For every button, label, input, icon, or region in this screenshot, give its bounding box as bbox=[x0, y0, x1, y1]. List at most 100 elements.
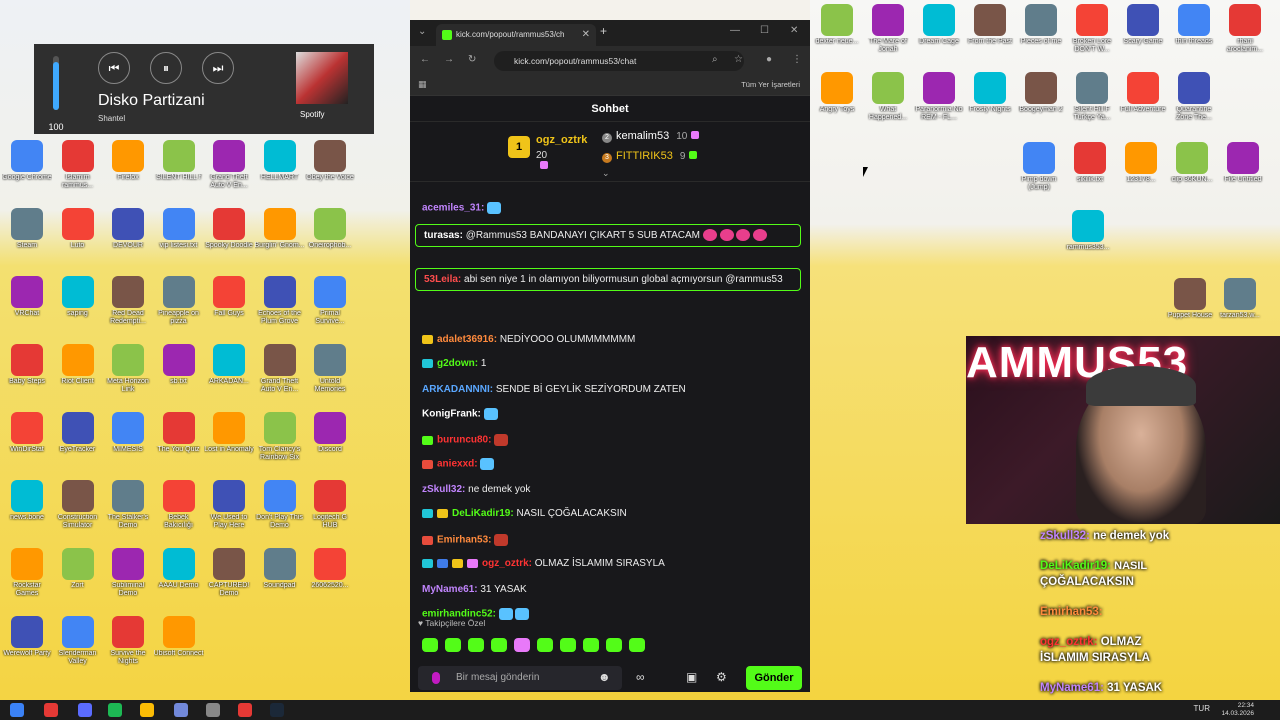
previous-track-button[interactable]: ⏮ bbox=[98, 52, 130, 84]
store-icon[interactable]: ▣ bbox=[686, 670, 697, 684]
send-button[interactable]: Gönder bbox=[746, 666, 802, 690]
desktop-icon[interactable]: Soundpad bbox=[255, 548, 305, 614]
desktop-icon[interactable]: Frosty Nights bbox=[965, 72, 1015, 138]
desktop-icon[interactable]: Primal Survive... bbox=[305, 276, 355, 342]
browser-tab[interactable]: kick.com/popout/rammus53/ch ✕ bbox=[436, 24, 596, 46]
desktop-icon[interactable]: Pieces of me bbox=[1016, 4, 1066, 70]
desktop-icon[interactable]: Google Chrome bbox=[2, 140, 52, 206]
chat-message[interactable]: buruncu80: bbox=[422, 434, 509, 446]
chat-message[interactable]: aniexxd: bbox=[422, 458, 495, 470]
desktop-icon[interactable]: Tom Clancy's Rainbow Six bbox=[255, 412, 305, 478]
close-window-icon[interactable]: ✕ bbox=[790, 25, 798, 36]
steam-icon[interactable] bbox=[270, 703, 284, 717]
desktop-icon[interactable]: rammus353... bbox=[1063, 210, 1113, 276]
chat-message[interactable]: ARKADANNNI: SENDE Bİ GEYLİK SEZİYORDUM Z… bbox=[422, 384, 686, 395]
desktop-icon[interactable]: We Used to Play Here bbox=[204, 480, 254, 546]
emote-quick-row[interactable] bbox=[422, 638, 652, 657]
leader-second[interactable]: 2 kemalim53 10 bbox=[602, 130, 700, 143]
desktop-icon[interactable]: Construction Simulator bbox=[53, 480, 103, 546]
new-tab-icon[interactable]: + bbox=[600, 24, 607, 38]
desktop-icon[interactable]: Echoes of the Plum Grove bbox=[255, 276, 305, 342]
desktop-icon[interactable]: rhani aroclanim... bbox=[1220, 4, 1270, 70]
desktop-icon[interactable]: SILENT HILL f bbox=[154, 140, 204, 206]
desktop-icon[interactable]: 123178... bbox=[1116, 142, 1166, 208]
desktop-icon[interactable]: Werewolf Party bbox=[2, 616, 52, 682]
desktop-icon[interactable]: Don't Play This Demo bbox=[255, 480, 305, 546]
start-icon[interactable] bbox=[10, 703, 24, 717]
desktop-icon[interactable]: Grand Theft Auto V En... bbox=[204, 140, 254, 206]
back-icon[interactable]: ← bbox=[420, 54, 430, 65]
desktop-icon[interactable]: Rockstar Games bbox=[2, 548, 52, 614]
spotify-icon[interactable] bbox=[108, 703, 122, 717]
desktop-icon[interactable]: EyeTracker bbox=[53, 412, 103, 478]
desktop-icon[interactable]: Paranormia No REM - FL... bbox=[914, 72, 964, 138]
desktop-icon[interactable]: Spooky Doodle bbox=[204, 208, 254, 274]
desktop-icon[interactable]: VRChat bbox=[2, 276, 52, 342]
zoom-icon[interactable]: ⌕ bbox=[712, 54, 718, 65]
collapse-icon[interactable]: ⌄ bbox=[602, 168, 610, 179]
desktop-icon[interactable]: Quarantine Zone The... bbox=[1169, 72, 1219, 138]
chat-message[interactable]: adalet36916: NEDİYOOO OLUMMMMMMM bbox=[422, 334, 635, 345]
desktop-icon[interactable]: File Untitled bbox=[1218, 142, 1268, 208]
desktop-icon[interactable]: Fall Guys bbox=[204, 276, 254, 342]
taskbar-app-icon[interactable] bbox=[238, 703, 252, 717]
desktop-icon[interactable]: The Stalker's Demo bbox=[103, 480, 153, 546]
desktop-icon[interactable]: Ubisoft Connect bbox=[154, 616, 204, 682]
chat-message[interactable]: ogz_oztrk: OLMAZ İSLAMIM SIRASYLA bbox=[422, 558, 665, 569]
desktop-icon[interactable]: clip 36KUN... bbox=[1167, 142, 1217, 208]
chat-input[interactable]: Bir mesaj gönderin bbox=[418, 666, 622, 690]
chat-message[interactable]: DeLiKadir19: NASIL ÇOĞALACAKSIN bbox=[422, 508, 627, 519]
discord-icon[interactable] bbox=[174, 703, 188, 717]
desktop-icon[interactable]: HELLMART bbox=[255, 140, 305, 206]
tab-list-icon[interactable]: ⌄ bbox=[418, 26, 426, 37]
taskbar-app-icon[interactable] bbox=[44, 703, 58, 717]
desktop-icon[interactable]: Zort bbox=[53, 548, 103, 614]
desktop-icon[interactable]: Lost in Anomaly bbox=[204, 412, 254, 478]
desktop-icon[interactable]: Baby Steps bbox=[2, 344, 52, 410]
desktop-icon[interactable]: Riot Client bbox=[53, 344, 103, 410]
desktop-icon[interactable]: Firefox bbox=[103, 140, 153, 206]
desktop-icon[interactable]: Survive the Nights bbox=[103, 616, 153, 682]
desktop-icon[interactable]: thin threads bbox=[1169, 4, 1219, 70]
desktop-icon[interactable]: Puppet House bbox=[1165, 278, 1215, 344]
chat-message-highlighted[interactable]: 53Leila: abi sen niye 1 in olamıyon bili… bbox=[415, 268, 801, 291]
close-tab-icon[interactable]: ✕ bbox=[582, 24, 590, 46]
desktop-icon[interactable]: The You Quiz bbox=[154, 412, 204, 478]
emoji-icon[interactable]: ☻ bbox=[598, 670, 611, 684]
desktop-icon[interactable]: news.bone bbox=[2, 480, 52, 546]
chat-message[interactable]: MyName61: 31 YASAK bbox=[422, 584, 527, 595]
desktop-icon[interactable]: Boogeyman 2 bbox=[1016, 72, 1066, 138]
desktop-icon[interactable]: Slenderman Valley bbox=[53, 616, 103, 682]
desktop-icon[interactable]: Red Dead Redempti... bbox=[103, 276, 153, 342]
chrome-icon[interactable] bbox=[140, 703, 154, 717]
desktop-icon[interactable]: CAPTURED! Demo bbox=[204, 548, 254, 614]
taskbar-app-icon[interactable] bbox=[78, 703, 92, 717]
apps-grid-icon[interactable]: ▦ bbox=[418, 79, 427, 90]
reload-icon[interactable]: ↻ bbox=[468, 54, 476, 65]
desktop-icon[interactable]: Logitech G HUB bbox=[305, 480, 355, 546]
chat-message[interactable]: KonigFrank: bbox=[422, 408, 498, 420]
chat-message[interactable]: acemiles_31: bbox=[422, 202, 502, 214]
desktop-icon[interactable]: Dream Cage bbox=[914, 4, 964, 70]
desktop-icon[interactable]: saping bbox=[53, 276, 103, 342]
all-bookmarks-link[interactable]: Tüm Yer İşaretleri bbox=[741, 80, 800, 89]
desktop-icon[interactable]: Pimp down (Jump) bbox=[1014, 142, 1064, 208]
maximize-icon[interactable]: ☐ bbox=[760, 25, 769, 36]
desktop-icon[interactable]: dexter neue... bbox=[812, 4, 862, 70]
forward-icon[interactable]: → bbox=[444, 54, 454, 65]
desktop-icon[interactable]: Untold Memories bbox=[305, 344, 355, 410]
desktop-icon[interactable]: ARKADAN... bbox=[204, 344, 254, 410]
desktop-icon[interactable]: Broken Lore DON'T W... bbox=[1067, 4, 1117, 70]
desktop-icon[interactable]: Oneirophob... bbox=[305, 208, 355, 274]
url-field[interactable]: kick.com/popout/rammus53/chat bbox=[494, 51, 744, 71]
desktop-icon[interactable]: Grand Theft Auto V En... bbox=[255, 344, 305, 410]
desktop-icon[interactable]: AAAU Demo bbox=[154, 548, 204, 614]
next-track-button[interactable]: ⏭ bbox=[202, 52, 234, 84]
bookmark-star-icon[interactable]: ☆ bbox=[734, 54, 743, 65]
desktop-icon[interactable]: Meta Horizon Link bbox=[103, 344, 153, 410]
leader-third[interactable]: 3 FITTIRIK53 9 bbox=[602, 150, 698, 163]
mic-icon[interactable] bbox=[432, 672, 440, 684]
desktop-icon[interactable]: Angry Toys bbox=[812, 72, 862, 138]
chat-message[interactable]: zSkull32: ne demek yok bbox=[422, 484, 530, 495]
chat-message-highlighted[interactable]: turasas: @Rammus53 BANDANAYI ÇIKART 5 SU… bbox=[415, 224, 801, 247]
